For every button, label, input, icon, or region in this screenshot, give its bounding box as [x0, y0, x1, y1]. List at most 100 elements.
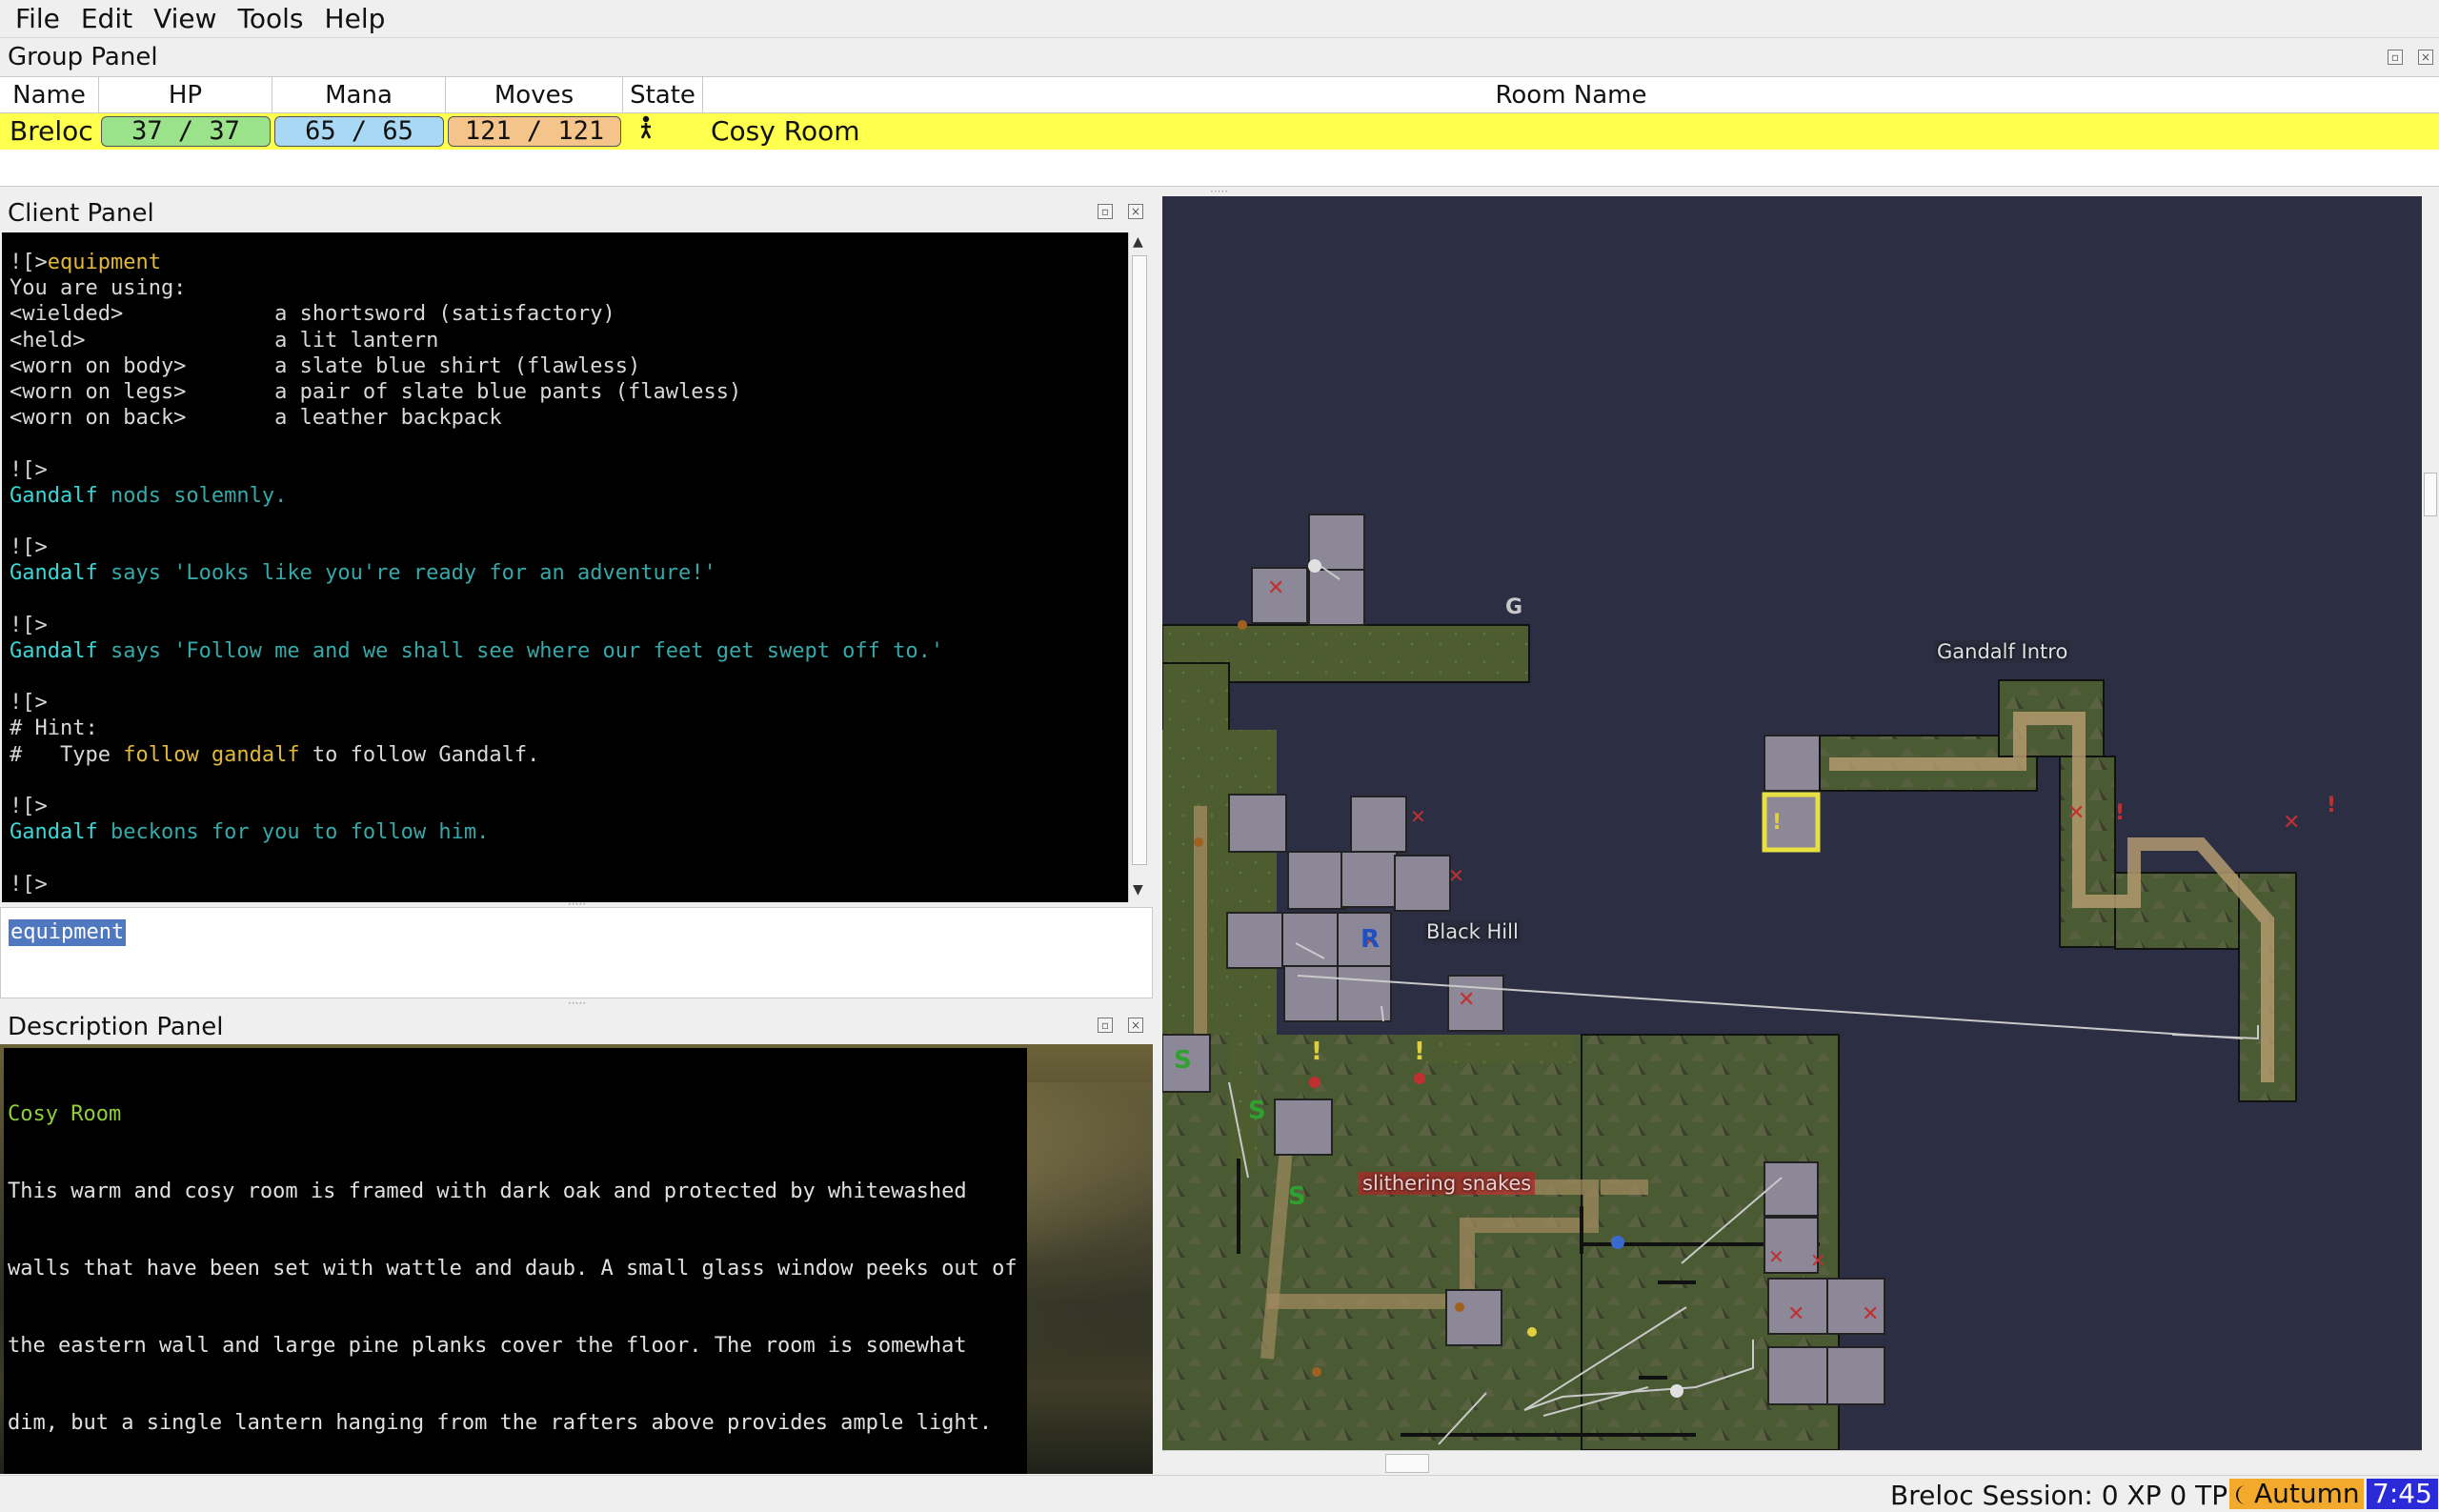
output-segment: says 'Looks like you're ready for an adv… — [97, 561, 716, 586]
svg-text:✕: ✕ — [1458, 988, 1475, 1012]
output-segment: Gandalf — [10, 483, 98, 508]
client-scrollbar[interactable]: ▲ ▼ — [1128, 232, 1149, 902]
output-line: # Type follow gandalf to follow Gandalf. — [10, 742, 1128, 768]
output-line: Gandalf nods solemnly. — [10, 483, 1128, 509]
map-label-black-hill[interactable]: Black Hill — [1423, 920, 1522, 943]
output-segment: Gandalf — [10, 638, 98, 663]
svg-text:G: G — [1505, 595, 1522, 619]
map-label-slithering-snakes[interactable]: slithering snakes — [1359, 1172, 1536, 1195]
output-line: ![> — [10, 457, 1128, 483]
float-icon[interactable]: ▫ — [2388, 50, 2403, 65]
scroll-thumb[interactable] — [1132, 255, 1147, 865]
float-icon[interactable]: ▫ — [1098, 1018, 1113, 1033]
menu-bar: File Edit View Tools Help — [0, 0, 2439, 38]
svg-text:!: ! — [1311, 1038, 1322, 1066]
output-segment: equipment — [47, 251, 161, 274]
svg-text:R: R — [1361, 925, 1380, 954]
svg-text:!: ! — [2327, 794, 2336, 817]
scroll-down-icon[interactable]: ▼ — [1133, 882, 1143, 897]
column-room-name[interactable]: Room Name — [703, 77, 2439, 112]
output-line: <held> a lit lantern — [10, 328, 1128, 353]
status-bar: Breloc Session: 0 XP 0 TP Autumn 7:45 — [0, 1475, 2439, 1512]
group-table: Name HP Mana Moves State Room Name Brelo… — [0, 76, 2439, 187]
output-segment: ![> — [10, 535, 48, 560]
output-segment: <held> a lit lantern — [10, 328, 439, 353]
splitter-handle[interactable]: ····· — [568, 997, 586, 1010]
column-moves[interactable]: Moves — [446, 77, 623, 112]
output-line: <worn on body> a slate blue shirt (flawl… — [10, 353, 1128, 379]
group-table-header: Name HP Mana Moves State Room Name — [0, 77, 2439, 113]
column-name[interactable]: Name — [0, 77, 99, 112]
map-region-intro — [1762, 679, 2297, 1102]
map-horizontal-scrollbar[interactable] — [1162, 1450, 2422, 1475]
svg-text:✕: ✕ — [1787, 1302, 1804, 1326]
group-row[interactable]: Breloc 37 / 37 65 / 65 121 / 121 Cosy Ro… — [0, 113, 2439, 150]
description-line: dim, but a single lantern hanging from t… — [8, 1411, 993, 1435]
scroll-thumb[interactable] — [2424, 473, 2437, 516]
svg-text:✕: ✕ — [1410, 805, 1426, 828]
output-line: ![>equipment — [10, 250, 1128, 275]
menu-edit[interactable]: Edit — [73, 3, 146, 34]
svg-text:!: ! — [2115, 801, 2125, 825]
svg-text:✕: ✕ — [2283, 811, 2300, 835]
client-output[interactable]: ![>equipment You are using: <wielded> a sh… — [2, 232, 1128, 902]
column-state[interactable]: State — [623, 77, 703, 112]
map-drawing: ✕ G ✕ ✕ ✕ R S S S ✕ ✕ ✕ ✕ ✕ ✕ ! ✕ ! ! ! … — [1162, 514, 2336, 1450]
output-segment: Gandalf — [10, 561, 98, 586]
menu-view[interactable]: View — [146, 3, 230, 34]
svg-text:✕: ✕ — [1267, 576, 1284, 600]
output-line: ![> — [10, 613, 1128, 638]
game-clock: 7:45 — [2367, 1479, 2438, 1509]
output-segment: <wielded> a shortsword (satisfactory) — [10, 302, 615, 327]
mana-bar: 65 / 65 — [274, 116, 444, 147]
svg-text:✕: ✕ — [1448, 864, 1464, 887]
menu-file[interactable]: File — [8, 3, 73, 34]
svg-text:✕: ✕ — [2067, 801, 2085, 825]
output-line: # Hint: — [10, 716, 1128, 741]
close-icon[interactable]: × — [2418, 50, 2433, 65]
description-panel-title: Description Panel — [8, 1013, 224, 1041]
description-line: walls that have been set with wattle and… — [8, 1257, 1018, 1280]
hp-bar: 37 / 37 — [101, 116, 271, 147]
output-segment: ![> — [10, 872, 48, 897]
menu-tools[interactable]: Tools — [231, 3, 317, 34]
output-segment: ![> — [10, 691, 48, 716]
map-vertical-scrollbar[interactable] — [2422, 196, 2439, 1450]
command-input-value[interactable]: equipment — [9, 919, 127, 946]
float-icon[interactable]: ▫ — [1098, 204, 1113, 219]
scroll-thumb[interactable] — [1385, 1454, 1429, 1473]
output-segment: nods solemnly. — [97, 483, 288, 508]
group-panel-controls: ▫ × — [2388, 50, 2433, 65]
client-panel-controls: ▫ × — [1098, 204, 1143, 219]
output-line: ![> — [10, 794, 1128, 819]
column-mana[interactable]: Mana — [272, 77, 446, 112]
output-line: <wielded> a shortsword (satisfactory) — [10, 301, 1128, 327]
output-segment: You are using: — [10, 276, 187, 301]
output-segment: ![> — [10, 613, 48, 637]
close-icon[interactable]: × — [1128, 1018, 1143, 1033]
svg-text:S: S — [1248, 1097, 1266, 1125]
map-canvas[interactable]: ✕ G ✕ ✕ ✕ R S S S ✕ ✕ ✕ ✕ ✕ ✕ ! ✕ ! ! ! … — [1162, 196, 2422, 1450]
output-line: Gandalf beckons for you to follow him. — [10, 819, 1128, 845]
output-segment: ![> — [10, 251, 48, 274]
output-segment: says 'Follow me and we shall see where o… — [97, 638, 944, 663]
close-icon[interactable]: × — [1128, 204, 1143, 219]
group-panel-title: Group Panel — [8, 43, 158, 71]
menu-help[interactable]: Help — [317, 3, 399, 34]
output-segment: beckons for you to follow him. — [97, 820, 490, 845]
column-hp[interactable]: HP — [99, 77, 272, 112]
output-line: ![> — [10, 872, 1128, 897]
output-segment: <worn on body> a slate blue shirt (flawl… — [10, 353, 641, 378]
scroll-up-icon[interactable]: ▲ — [1133, 234, 1143, 250]
description-room-name: Cosy Room — [8, 1102, 122, 1126]
client-panel-title: Client Panel — [8, 199, 154, 228]
command-input[interactable]: equipment — [0, 907, 1153, 998]
svg-text:✕: ✕ — [1768, 1245, 1784, 1268]
description-line: the eastern wall and large pine planks c… — [8, 1334, 967, 1358]
output-segment: # Type — [10, 742, 124, 767]
output-segment: ![> — [10, 794, 48, 818]
map-label-gandalf-intro[interactable]: Gandalf Intro — [1934, 640, 2071, 663]
output-segment: to follow Gandalf. — [299, 742, 540, 767]
